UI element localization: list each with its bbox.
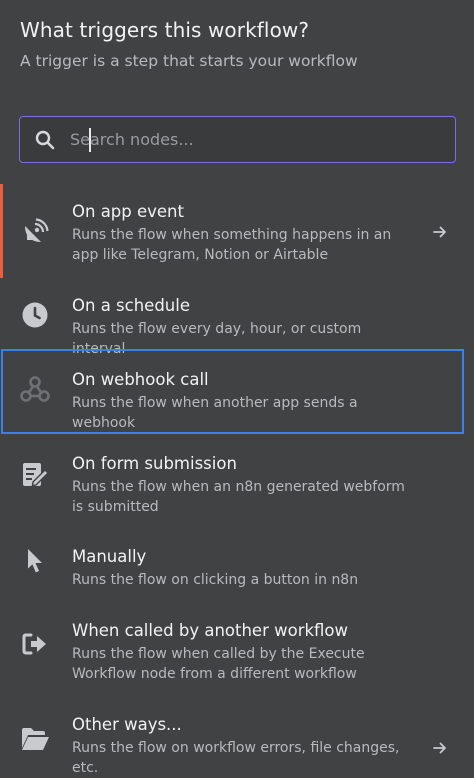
- trigger-item-manual[interactable]: Manually Runs the flow on clicking a but…: [0, 529, 474, 603]
- page-title: What triggers this workflow?: [20, 18, 310, 42]
- trigger-description: Runs the flow on clicking a button in n8…: [72, 572, 359, 588]
- cursor-pointer-icon: [20, 545, 50, 575]
- search-icon: [35, 130, 55, 150]
- trigger-name: On form submission: [72, 454, 237, 473]
- trigger-description: Runs the flow when something happens in …: [72, 227, 392, 263]
- trigger-item-subworkflow[interactable]: When called by another workflow Runs the…: [0, 603, 474, 697]
- trigger-item-schedule[interactable]: On a schedule Runs the flow every day, h…: [0, 278, 474, 357]
- active-accent-bar: [0, 184, 3, 278]
- trigger-description: Runs the flow when an n8n generated webf…: [72, 479, 405, 515]
- trigger-item-app-event[interactable]: On app event Runs the flow when somethin…: [0, 184, 474, 278]
- trigger-name: On app event: [72, 202, 184, 221]
- trigger-item-form[interactable]: On form submission Runs the flow when an…: [0, 434, 474, 529]
- trigger-description: Runs the flow on workflow errors, file c…: [72, 740, 400, 776]
- folder-open-icon: [20, 724, 50, 754]
- trigger-name: Manually: [72, 547, 147, 566]
- page-subtitle: A trigger is a step that starts your wor…: [20, 52, 358, 70]
- trigger-name: When called by another workflow: [72, 621, 349, 640]
- arrow-right-icon: [432, 740, 448, 756]
- arrow-right-icon: [432, 224, 448, 240]
- satellite-dish-icon: [20, 217, 50, 247]
- panel-header: What triggers this workflow? A trigger i…: [20, 18, 454, 70]
- trigger-item-other[interactable]: Other ways... Runs the flow on workflow …: [0, 697, 474, 776]
- form-edit-icon: [20, 459, 50, 489]
- trigger-name: Other ways...: [72, 715, 182, 734]
- trigger-name: On a schedule: [72, 296, 190, 315]
- text-cursor: [89, 128, 91, 152]
- search-box[interactable]: [19, 116, 456, 163]
- clock-icon: [20, 300, 50, 330]
- trigger-description: Runs the flow when called by the Execute…: [72, 646, 365, 682]
- selection-highlight: [1, 349, 464, 434]
- search-input[interactable]: [70, 130, 455, 149]
- sign-out-icon: [20, 629, 50, 659]
